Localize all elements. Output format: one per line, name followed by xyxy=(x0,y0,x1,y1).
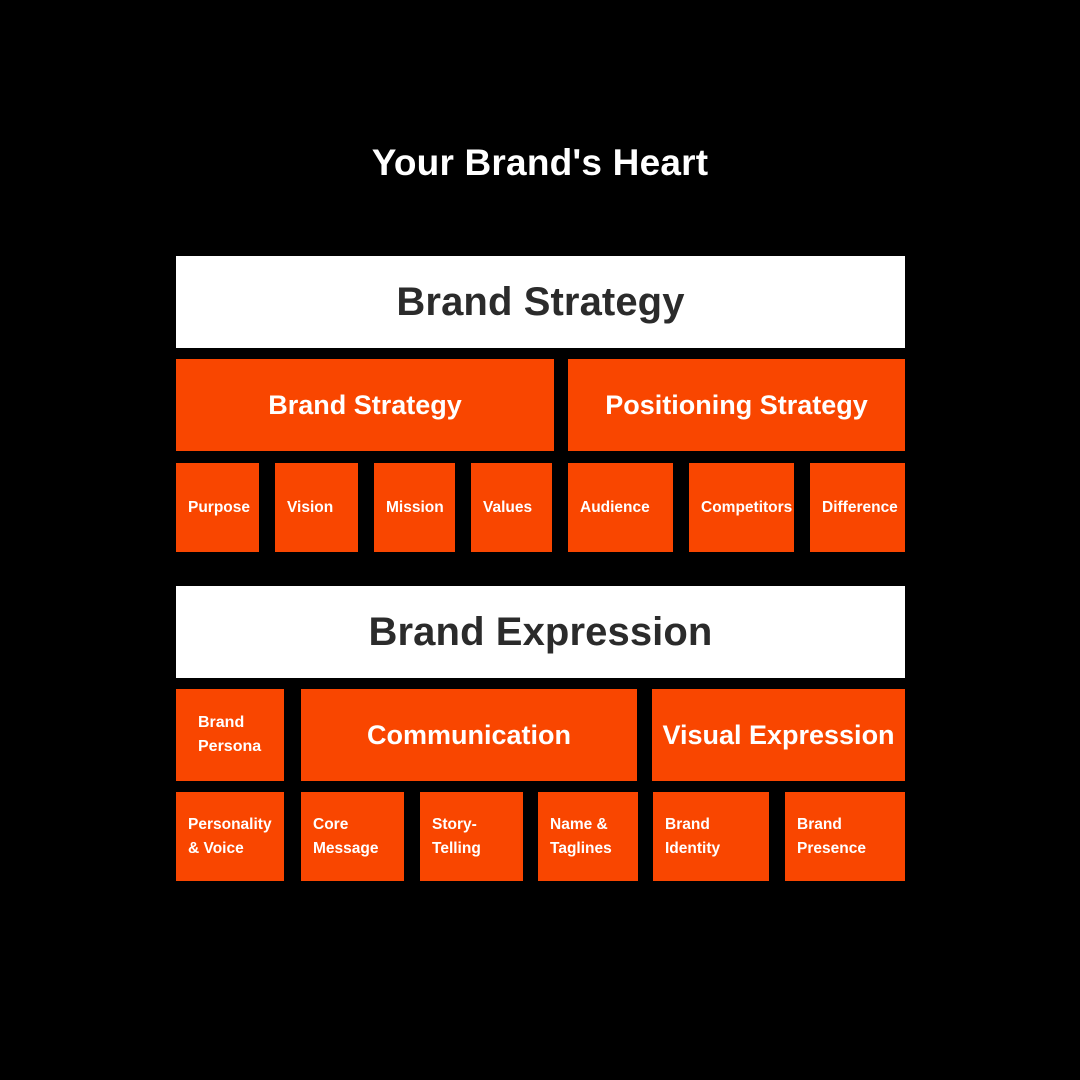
leaf-box-label-line2: Presence xyxy=(797,839,866,857)
leaf-box-label-line1: Name & xyxy=(550,815,608,833)
diagram-canvas: Your Brand's Heart Brand Strategy Brand … xyxy=(0,0,1080,1080)
gap xyxy=(638,792,653,881)
leaf-box-label-line1: Brand xyxy=(665,815,710,833)
leaf-box-mission[interactable]: Mission xyxy=(374,463,455,552)
leaf-box-label: Competitors xyxy=(701,498,793,516)
leaf-box-purpose[interactable]: Purpose xyxy=(176,463,259,552)
leaf-box-label: Brand Identity xyxy=(665,813,720,861)
leaf-box-label: Values xyxy=(483,498,533,516)
leaf-box-vision[interactable]: Vision xyxy=(275,463,358,552)
banner-label: Brand Strategy xyxy=(396,279,685,324)
group-box-label: Brand Persona xyxy=(198,711,261,759)
group-box-positioning-strategy[interactable]: Positioning Strategy xyxy=(568,359,905,451)
leaf-box-brand-identity[interactable]: Brand Identity xyxy=(653,792,769,881)
section-banner-brand-strategy: Brand Strategy xyxy=(176,256,905,348)
gap xyxy=(637,689,652,781)
gap xyxy=(404,792,420,881)
group-box-label: Brand Strategy xyxy=(268,389,462,420)
group-box-brand-strategy[interactable]: Brand Strategy xyxy=(176,359,554,451)
leaf-box-label: Name & Taglines xyxy=(550,813,612,861)
leaf-box-label: Core Message xyxy=(313,813,378,861)
leaf-box-label-line2: Taglines xyxy=(550,839,612,857)
leaf-box-label-line2: Telling xyxy=(432,839,481,857)
leaf-box-label: Purpose xyxy=(188,498,251,516)
group-box-label-line1: Brand xyxy=(198,714,245,731)
group-row-brand-strategy: Brand Strategy Positioning Strategy xyxy=(176,359,905,451)
leaf-box-label-line1: Personality xyxy=(188,815,272,833)
gap xyxy=(673,463,689,552)
leaf-box-label: Vision xyxy=(287,498,334,516)
leaf-box-label: Mission xyxy=(386,498,444,516)
group-box-communication[interactable]: Communication xyxy=(301,689,637,781)
gap xyxy=(769,792,785,881)
banner-label: Brand Expression xyxy=(368,609,713,654)
leaf-box-audience[interactable]: Audience xyxy=(568,463,673,552)
gap xyxy=(284,689,301,781)
gap xyxy=(794,463,810,552)
section-brand-expression: Brand Expression xyxy=(176,586,905,678)
group-box-label: Communication xyxy=(366,719,571,750)
group-box-visual-expression[interactable]: Visual Expression xyxy=(652,689,905,781)
leaf-box-label-line1: Core xyxy=(313,815,349,833)
leaf-box-personality-and-voice[interactable]: Personality & Voice xyxy=(176,792,284,881)
page-title: Your Brand's Heart xyxy=(371,142,709,183)
group-box-label: Positioning Strategy xyxy=(605,389,868,420)
gap xyxy=(284,792,301,881)
group-box-label: Visual Expression xyxy=(662,719,895,750)
group-row-brand-expression: Brand Persona Communication Visual Expres… xyxy=(176,689,905,781)
gap xyxy=(259,463,275,552)
leaf-box-label-line2: Identity xyxy=(665,839,721,857)
leaf-box-label: Difference xyxy=(822,498,898,516)
gap xyxy=(358,463,374,552)
leaf-box-label: Personality & Voice xyxy=(188,813,272,861)
leaf-row-brand-strategy: Purpose Vision Mission Values Audience C… xyxy=(176,463,905,552)
leaf-box-label-line1: Brand xyxy=(797,815,842,833)
leaf-box-label: Brand Presence xyxy=(797,813,866,861)
leaf-box-competitors[interactable]: Competitors xyxy=(689,463,794,552)
leaf-box-values[interactable]: Values xyxy=(471,463,552,552)
gap xyxy=(552,463,568,552)
leaf-box-label-line2: & Voice xyxy=(188,839,244,857)
leaf-box-name-and-taglines[interactable]: Name & Taglines xyxy=(538,792,638,881)
leaf-box-label: Story- Telling xyxy=(432,813,481,861)
section-banner-brand-expression: Brand Expression xyxy=(176,586,905,678)
group-box-brand-persona[interactable]: Brand Persona xyxy=(176,689,284,781)
leaf-box-label: Audience xyxy=(580,498,650,516)
leaf-box-core-message[interactable]: Core Message xyxy=(301,792,404,881)
leaf-box-label-line1: Story- xyxy=(432,815,477,833)
group-box-label-line2: Persona xyxy=(198,738,262,755)
leaf-box-difference[interactable]: Difference xyxy=(810,463,905,552)
section-brand-strategy: Brand Strategy xyxy=(176,256,905,348)
leaf-box-story-telling[interactable]: Story- Telling xyxy=(420,792,523,881)
gap xyxy=(554,359,568,451)
leaf-box-brand-presence[interactable]: Brand Presence xyxy=(785,792,905,881)
gap xyxy=(523,792,538,881)
gap xyxy=(455,463,471,552)
leaf-row-brand-expression: Personality & Voice Core Message Story- Tel… xyxy=(176,792,905,881)
leaf-box-label-line2: Message xyxy=(313,839,379,857)
